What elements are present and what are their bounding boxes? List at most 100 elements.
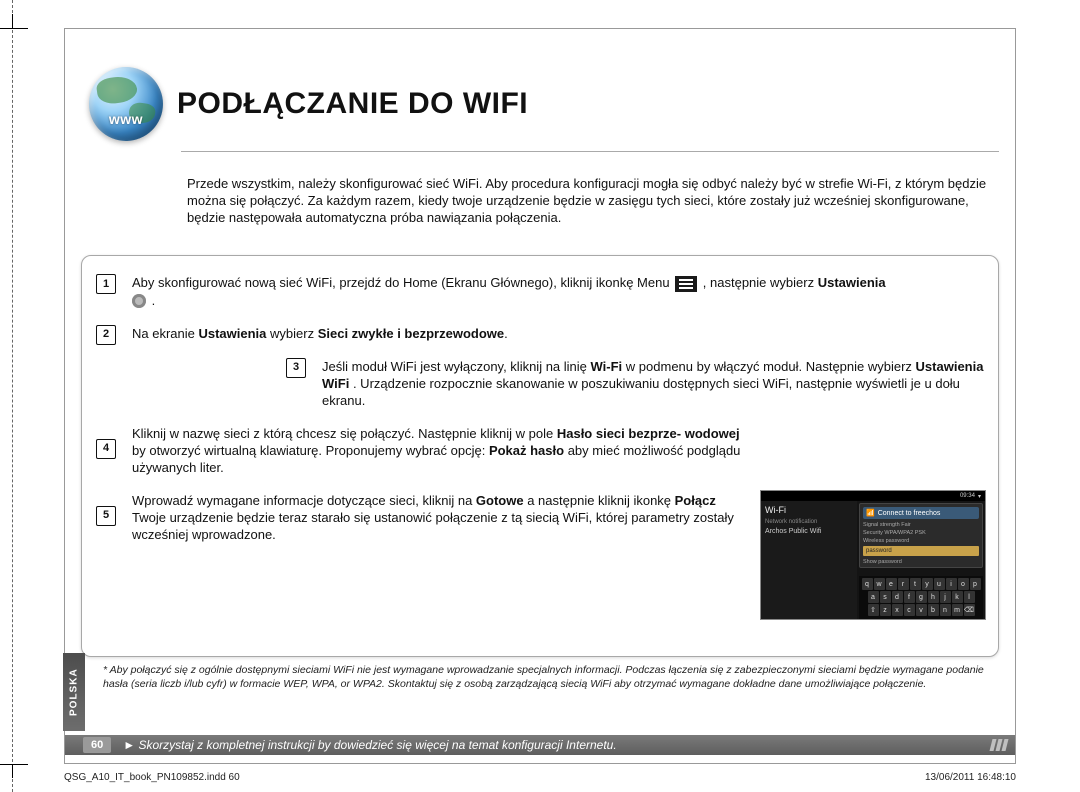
key[interactable]: v [916,604,927,616]
connect-dialog: 📶 Connect to freechos Signal strength Fa… [859,503,983,568]
wifi-icon: 📶 [866,509,875,517]
key[interactable]: j [940,591,951,603]
intro-text: Przede wszystkim, należy skonfigurować s… [187,175,997,226]
password-field[interactable]: password [863,546,979,556]
dialog-signal-row: Signal strength Fair [863,522,979,528]
key[interactable]: t [910,578,921,590]
bar-decoration [991,739,1007,751]
step-4: 4 Kliknij w nazwę sieci z którą chcesz s… [96,425,984,476]
settings-left-panel: Wi-Fi Network notification Archos Public… [761,501,857,620]
step-text: Aby skonfigurować nową sieć WiFi, przejd… [132,275,673,290]
key[interactable]: f [904,591,915,603]
device-screenshot: 09:34 ▾ Wi-Fi Network notification Archo… [760,490,986,620]
dialog-title: 📶 Connect to freechos [863,507,979,519]
wifi-status-icon: ▾ [978,493,981,500]
key[interactable]: ⇧ [868,604,879,616]
step-text: Twoje urządzenie będzie teraz starało si… [132,510,734,542]
key[interactable]: d [892,591,903,603]
key[interactable]: z [880,604,891,616]
key[interactable]: y [922,578,933,590]
step-text: Jeśli moduł WiFi jest wyłączony, kliknij… [322,359,591,374]
key[interactable]: m [952,604,963,616]
key[interactable]: u [934,578,945,590]
status-time: 09:34 [960,493,975,499]
key[interactable]: b [928,604,939,616]
gear-icon [132,294,146,308]
key[interactable]: w [874,578,885,590]
crop-guide [12,0,13,792]
step-text-bold: Wi-Fi [591,359,623,374]
language-tab: POLSKA [63,653,85,731]
steps-box: 1 Aby skonfigurować nową sieć WiFi, prze… [81,255,999,657]
menu-icon [675,276,697,292]
step-text: wybierz [270,326,318,341]
status-bar: 09:34 ▾ [761,491,985,501]
wifi-title: Wi-Fi [765,505,853,515]
key[interactable]: a [868,591,879,603]
step-text-bold: Połącz [675,493,716,508]
page-title: PODŁĄCZANIE DO WIFI [177,87,528,121]
step-text: , następnie wybierz [703,275,818,290]
crop-mark [0,764,28,765]
dialog-wp-row: Wireless password [863,538,979,544]
key[interactable]: x [892,604,903,616]
step-number: 2 [96,325,116,345]
step-text-bold: Ustawienia [198,326,266,341]
step-text: Na ekranie [132,326,198,341]
network-notification-label: Network notification [765,519,853,525]
page-frame: www PODŁĄCZANIE DO WIFI Przede wszystkim… [64,28,1016,764]
key[interactable]: p [970,578,981,590]
step-text: . [152,293,156,308]
key[interactable]: r [898,578,909,590]
key[interactable]: i [946,578,957,590]
step-text-bold: Sieci zwykłe i bezprzewodowe [318,326,504,341]
step-number: 4 [96,439,116,459]
dialog-security-row: Security WPA/WPA2 PSK [863,530,979,536]
step-text: by otworzyć wirtualną klawiaturę. Propon… [132,443,489,458]
step-text: . Urządzenie rozpocznie skanowanie w pos… [322,376,960,408]
step-text-bold: Gotowe [476,493,524,508]
virtual-keyboard[interactable]: qwertyuiop asdfghjkl ⇧zxcvbnm⌫ [859,576,983,619]
key[interactable]: k [952,591,963,603]
step-text: Kliknij w nazwę sieci z którą chcesz się… [132,426,557,441]
globe-www-label: www [89,111,163,127]
key[interactable]: s [880,591,891,603]
crop-mark [0,28,28,29]
indd-timestamp: 13/06/2011 16:48:10 [925,772,1016,783]
step-text: w podmenu by włączyć moduł. Następnie wy… [626,359,916,374]
step-text: . [504,326,508,341]
indd-filename: QSG_A10_IT_book_PN109852.indd 60 [64,772,240,783]
key[interactable]: q [862,578,873,590]
step-number: 1 [96,274,116,294]
footnote: * Aby połączyć się z ogólnie dostępnymi … [103,663,999,691]
header: www PODŁĄCZANIE DO WIFI [89,67,528,141]
step-number: 5 [96,506,116,526]
key[interactable]: e [886,578,897,590]
crop-mark [12,764,13,778]
page-number: 60 [83,737,111,753]
key[interactable]: c [904,604,915,616]
kbd-row-3: ⇧zxcvbnm⌫ [860,604,982,616]
key[interactable]: h [928,591,939,603]
step-1: 1 Aby skonfigurować nową sieć WiFi, prze… [96,274,984,309]
step-text-bold: Pokaż hasło [489,443,564,458]
step-text: Wprowadź wymagane informacje dotyczące s… [132,493,476,508]
step-text-bold: Hasło sieci bezprze- wodowej [557,426,740,441]
crop-mark [12,14,13,28]
key[interactable]: g [916,591,927,603]
bottom-bar-text: ► Skorzystaj z kompletnej instrukcji by … [123,738,616,752]
key[interactable]: l [964,591,975,603]
title-underline [181,151,999,152]
key[interactable]: n [940,604,951,616]
globe-icon: www [89,67,163,141]
bottom-bar: 60 ► Skorzystaj z kompletnej instrukcji … [65,735,1015,755]
step-2: 2 Na ekranie Ustawienia wybierz Sieci zw… [96,325,984,342]
show-password-row[interactable]: Show password [863,559,979,565]
step-text-bold: Ustawienia [818,275,886,290]
key[interactable]: o [958,578,969,590]
step-3: 3 Jeśli moduł WiFi jest wyłączony, klikn… [286,358,984,409]
kbd-row-2: asdfghjkl [860,591,982,603]
key[interactable]: ⌫ [964,604,975,616]
step-number: 3 [286,358,306,378]
step-text: a następnie kliknij ikonkę [527,493,674,508]
